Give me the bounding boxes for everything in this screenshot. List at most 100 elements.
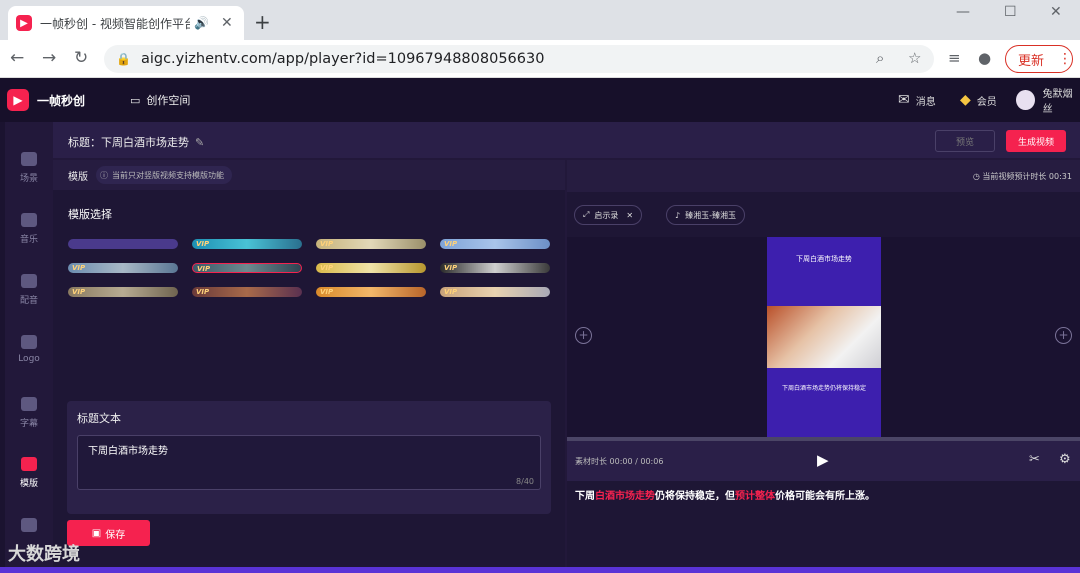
editor: 标题：下周白酒市场走势 ✎ 预览 生成视频 模版 ⓘ 当前只对竖版视频支持模版功能… — [53, 122, 1080, 573]
prompt-chip[interactable]: ⤢ 启示录 ✕ — [574, 205, 643, 225]
remove-chip-icon[interactable]: ✕ — [626, 211, 633, 220]
sidebar-item-label: 配音 — [19, 296, 38, 306]
subtitle-text[interactable]: 下周白酒市场走势仍将保持稳定，但预计整体价格可能会有所上涨。 — [575, 487, 875, 502]
mail-icon: ✉ — [898, 92, 910, 108]
sidebar-item-music[interactable]: 音乐 — [5, 213, 53, 245]
preview-image — [767, 306, 881, 368]
sidebar-item-more[interactable] — [5, 518, 53, 537]
template-thumb[interactable]: VIP — [316, 239, 426, 249]
zoom-icon[interactable]: ⌕ — [876, 49, 884, 67]
add-before-icon[interactable]: + — [575, 327, 592, 344]
vip-badge: VIP — [320, 264, 334, 272]
more-menu-icon[interactable]: ⋮ — [1058, 51, 1072, 67]
template-panel-bar: 模版 ⓘ 当前只对竖版视频支持模版功能 — [53, 160, 565, 190]
sidebar-item-label: 字幕 — [19, 419, 38, 429]
sidebar-item-voice[interactable]: 配音 — [5, 274, 53, 306]
gear-icon[interactable]: ⚙ — [1059, 452, 1071, 467]
expand-icon: ⤢ — [583, 210, 590, 219]
clock-icon: ◷ — [972, 172, 983, 181]
voice-chip-label: 臻湘玉-臻湘玉 — [685, 210, 736, 220]
reload-icon[interactable]: ↻ — [74, 48, 88, 68]
template-thumb[interactable]: VIP — [192, 239, 302, 249]
template-thumb[interactable]: VIP — [440, 263, 550, 273]
vip-badge: VIP — [320, 240, 334, 248]
template-thumb[interactable]: VIP — [192, 287, 302, 297]
pencil-icon[interactable]: ✎ — [195, 136, 204, 149]
vip-badge: VIP — [444, 288, 458, 296]
subtitle-part: 仍将保持稳定，但 — [655, 491, 735, 502]
subtitle-highlight: 白酒市场走势 — [595, 491, 655, 502]
browser-tabbar: ▶ 一帧秒创 - 视频智能创作平台 🔊 ✕ + — ☐ ✕ — [0, 0, 1080, 40]
clip-time: 素材时长 00:00 / 00:06 — [575, 457, 664, 466]
back-icon[interactable]: ← — [10, 48, 24, 68]
address-bar: ← → ↻ 🔒 aigc.yizhentv.com/app/player?id=… — [0, 40, 1080, 78]
logo-tool-icon — [21, 335, 37, 349]
messages-label: 消息 — [915, 96, 936, 108]
template-thumb[interactable]: VIP — [68, 263, 178, 273]
diamond-icon: ◆ — [960, 92, 971, 108]
template-thumb[interactable]: VIP — [440, 239, 550, 249]
avatar — [1016, 90, 1035, 110]
title-text-label: 标题文本 — [77, 412, 121, 425]
vip-badge: VIP — [72, 264, 86, 272]
member-label: 会员 — [976, 96, 997, 108]
preview-title: 下周白酒市场走势 — [796, 255, 852, 263]
template-thumb[interactable]: VIP — [316, 263, 426, 273]
vip-badge: VIP — [196, 240, 210, 248]
scissors-icon[interactable]: ✂ — [1029, 452, 1040, 467]
user-menu[interactable]: 兔默烟丝 — [1016, 85, 1080, 115]
voice-chip[interactable]: ♪ 臻湘玉-臻湘玉 — [666, 205, 745, 225]
voice-icon — [21, 274, 37, 288]
messages-link[interactable]: ✉ 消息 — [898, 92, 936, 108]
sidebar-item-template[interactable]: 模版 — [5, 457, 53, 489]
add-after-icon[interactable]: + — [1055, 327, 1072, 344]
microphone-icon: ♪ — [675, 210, 681, 220]
workspace-link[interactable]: ▭ 创作空间 — [130, 92, 190, 108]
template-thumb[interactable]: VIP — [316, 287, 426, 297]
speaker-icon[interactable]: 🔊 — [194, 16, 209, 30]
minimize-icon[interactable]: — — [956, 4, 970, 20]
bookmark-star-icon[interactable]: ☆ — [908, 49, 921, 67]
template-panel: 模版 ⓘ 当前只对竖版视频支持模版功能 模版选择 VIP VIP VIP VIP… — [53, 160, 565, 573]
sidebar-item-scene[interactable]: 场景 — [5, 152, 53, 184]
more-tool-icon — [21, 518, 37, 532]
template-thumb-selected[interactable]: VIP — [192, 263, 302, 273]
save-icon: ▣ — [91, 527, 102, 539]
profile-icon[interactable]: ● — [978, 49, 991, 67]
window-close-icon[interactable]: ✕ — [1050, 4, 1062, 20]
sidebar-item-label: 音乐 — [19, 235, 38, 245]
url-input[interactable]: 🔒 aigc.yizhentv.com/app/player?id=109679… — [104, 45, 934, 73]
player-controls: 素材时长 00:00 / 00:06 ▶ ✂ ⚙ — [567, 441, 1080, 481]
preview-button[interactable]: 预览 — [935, 130, 995, 152]
title-text-input[interactable]: 下周白酒市场走势 8/40 — [77, 435, 541, 490]
preview-panel-bar: ◷ 当前视频预计时长 00:31 — [567, 160, 1080, 192]
close-tab-icon[interactable]: ✕ — [221, 15, 233, 31]
new-tab-icon[interactable]: + — [254, 10, 271, 34]
maximize-icon[interactable]: ☐ — [1004, 4, 1017, 20]
logo-icon: ▶ — [7, 89, 29, 111]
template-thumb[interactable]: VIP — [440, 287, 550, 297]
sidebar-item-subtitle[interactable]: 字幕 — [5, 397, 53, 429]
video-title[interactable]: 标题：下周白酒市场走势 ✎ — [68, 134, 204, 150]
reading-list-icon[interactable]: ≡ — [948, 49, 961, 67]
url-text: aigc.yizhentv.com/app/player?id=10967948… — [140, 51, 545, 67]
sidebar-item-logo[interactable]: Logo — [5, 335, 53, 364]
music-icon — [21, 213, 37, 227]
template-thumb[interactable] — [68, 239, 178, 249]
update-button[interactable]: 更新 ⋮ — [1005, 45, 1073, 73]
member-link[interactable]: ◆ 会员 — [960, 92, 997, 108]
info-icon: ⓘ — [100, 170, 108, 180]
notice-text: 当前只对竖版视频支持模版功能 — [112, 170, 224, 180]
vip-badge: VIP — [320, 288, 334, 296]
save-label: 保存 — [105, 529, 126, 541]
browser-tab[interactable]: ▶ 一帧秒创 - 视频智能创作平台 🔊 ✕ — [8, 6, 244, 40]
generate-video-button[interactable]: 生成视频 — [1006, 130, 1066, 152]
play-icon[interactable]: ▶ — [817, 451, 829, 469]
video-stage: + 下周白酒市场走势 下周白酒市场走势仍将保持稳定 + — [567, 237, 1080, 437]
watermark: 大数跨境 — [8, 544, 80, 565]
vip-badge: VIP — [444, 264, 458, 272]
video-preview[interactable]: 下周白酒市场走势 下周白酒市场走势仍将保持稳定 — [767, 237, 881, 437]
forward-icon[interactable]: → — [42, 48, 56, 68]
template-thumb[interactable]: VIP — [68, 287, 178, 297]
subtitle-part: 下周 — [575, 491, 595, 502]
